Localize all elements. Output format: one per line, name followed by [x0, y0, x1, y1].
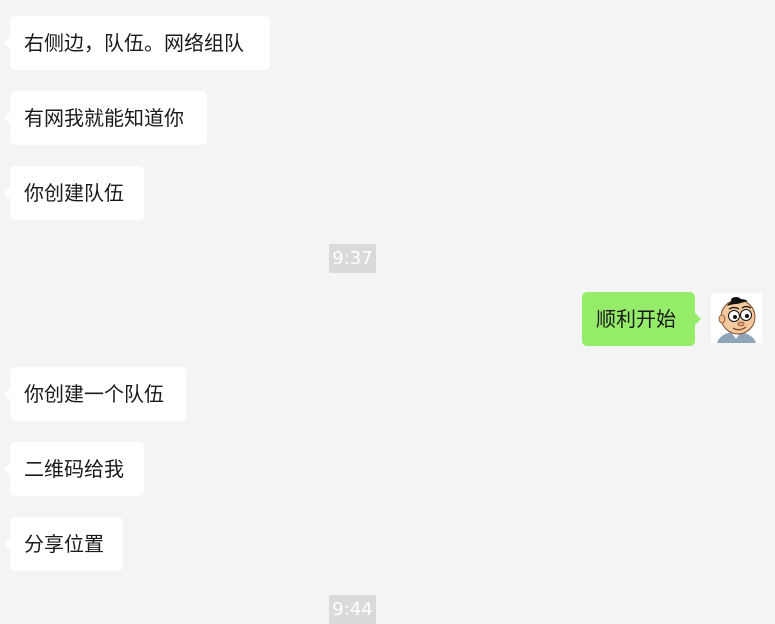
message-timestamp: 9:37 [329, 244, 376, 273]
incoming-message-bubble[interactable]: 右侧边，队伍。网络组队 [4, 16, 270, 70]
incoming-message-bubble[interactable]: 有网我就能知道你 [4, 91, 207, 145]
incoming-message-bubble[interactable]: 你创建一个队伍 [4, 367, 186, 421]
incoming-message-bubble[interactable]: 你创建队伍 [4, 166, 144, 220]
chat-message-area: 右侧边，队伍。网络组队 有网我就能知道你 你创建队伍 9:37 顺利开始 你创建… [0, 0, 775, 624]
avatar[interactable] [711, 293, 762, 343]
incoming-message-bubble[interactable]: 分享位置 [4, 517, 123, 571]
message-timestamp: 9:44 [329, 595, 376, 624]
outgoing-message-bubble[interactable]: 顺利开始 [582, 292, 701, 346]
cartoon-face-avatar-icon [711, 293, 762, 343]
incoming-message-bubble[interactable]: 二维码给我 [4, 442, 144, 496]
